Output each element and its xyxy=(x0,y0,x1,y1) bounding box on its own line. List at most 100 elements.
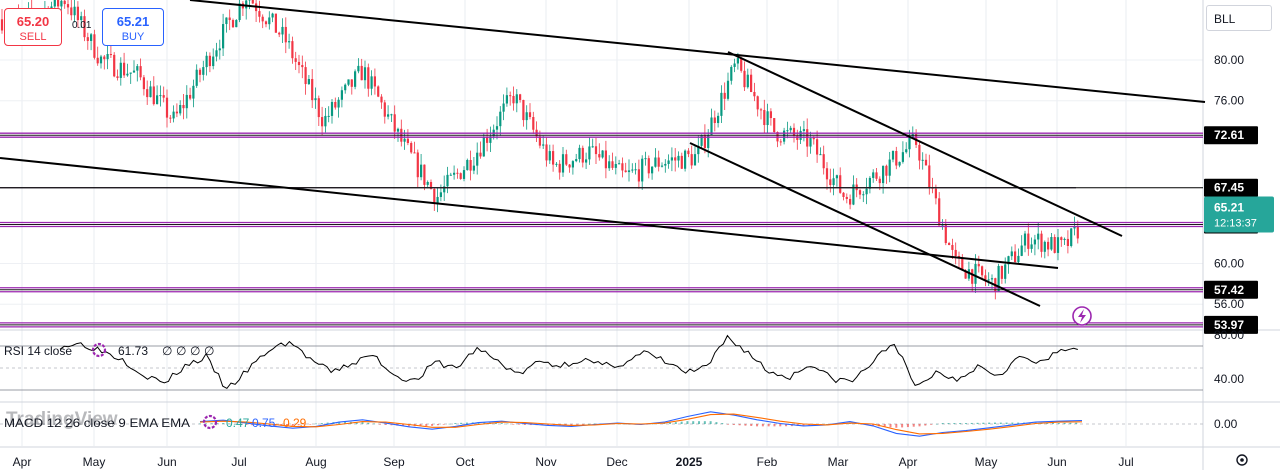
candle-body xyxy=(1014,251,1017,263)
candle-body xyxy=(416,152,419,178)
candle-body xyxy=(944,224,947,244)
candle-body xyxy=(987,279,990,281)
candle-body xyxy=(63,0,66,5)
candle-body xyxy=(974,264,977,284)
sell-button[interactable]: 65.20 SELL xyxy=(4,8,62,46)
macd-histogram-bar xyxy=(436,424,439,426)
candle-body xyxy=(858,190,862,195)
candle-body xyxy=(548,151,551,161)
candle-body xyxy=(571,161,574,168)
candle-body xyxy=(76,6,79,21)
candle-body xyxy=(159,95,162,97)
candle-body xyxy=(849,198,852,205)
macd-histogram-bar xyxy=(715,422,718,424)
macd-histogram-bar xyxy=(1057,423,1060,424)
macd-histogram-bar xyxy=(721,423,724,424)
candle-body xyxy=(284,26,287,43)
candle-body xyxy=(750,74,753,92)
chart-canvas[interactable]: 80.0076.0060.0056.0072.6167.4563.8357.42… xyxy=(0,0,1280,470)
macd-histogram-bar xyxy=(935,423,938,425)
price-axis[interactable]: 80.0076.0060.0056.0072.6167.4563.8357.42… xyxy=(1204,53,1274,431)
candle-body xyxy=(459,173,462,179)
candle-body xyxy=(198,69,202,75)
price-tick-label: 80.00 xyxy=(1214,53,1244,67)
grid xyxy=(0,0,1280,470)
candle-body xyxy=(657,157,660,167)
candle-body xyxy=(561,154,565,173)
candle-body xyxy=(288,41,291,43)
candle-body xyxy=(1023,233,1027,246)
macd-histogram-bar xyxy=(500,423,503,424)
time-tick-label: 2025 xyxy=(676,455,703,469)
candle-body xyxy=(717,115,720,124)
candle-body xyxy=(677,155,680,161)
macd-histogram-bar xyxy=(512,424,515,425)
candle-body xyxy=(885,165,888,176)
time-axis[interactable]: Apr May Jun Jul Aug Sep Oct Nov Dec 2025 Feb Mar Apr… xyxy=(13,455,1134,469)
candle-body xyxy=(809,138,812,147)
candle-body xyxy=(57,0,60,7)
candle-body xyxy=(278,32,281,35)
bar-countdown: 12:13:37 xyxy=(1214,217,1257,229)
candle-body xyxy=(588,146,591,160)
candle-body xyxy=(924,159,928,166)
buy-label: BUY xyxy=(121,31,145,43)
candle-body xyxy=(192,85,195,99)
macd-histogram-bar xyxy=(680,421,683,424)
trendline xyxy=(0,157,1059,269)
candle-body xyxy=(162,95,165,98)
symbol-selector[interactable]: BLL xyxy=(1206,5,1272,31)
candle-body xyxy=(304,67,307,85)
buy-button[interactable]: 65.21 BUY xyxy=(102,8,164,46)
candle-body xyxy=(832,178,835,186)
candle-body xyxy=(598,154,601,158)
candle-body xyxy=(733,63,736,67)
candle-body xyxy=(1037,233,1040,240)
candle-body xyxy=(552,151,555,165)
macd-signal-value: 0.29 xyxy=(283,416,307,430)
candle-body xyxy=(350,79,353,87)
candle-body xyxy=(344,84,347,91)
candle-body xyxy=(522,99,525,121)
candle-body xyxy=(116,76,119,78)
candle-body xyxy=(373,76,376,87)
macd-histogram-bar xyxy=(744,424,747,426)
candle-body xyxy=(476,152,479,166)
trendline xyxy=(727,51,1123,237)
candle-body xyxy=(383,102,386,117)
candle-body xyxy=(354,71,357,87)
macd-histogram-bar xyxy=(738,424,741,426)
candle-body xyxy=(456,172,459,174)
candle-body xyxy=(264,21,268,25)
candle-body xyxy=(0,19,4,31)
macd-histogram-bar xyxy=(698,421,701,424)
macd-histogram-bar xyxy=(703,421,706,424)
candle-body xyxy=(271,13,274,18)
candle-body xyxy=(165,97,169,118)
watermark-logo: TradingView xyxy=(6,409,118,430)
candle-body xyxy=(990,278,994,280)
candle-body xyxy=(608,161,611,169)
time-tick-label: Apr xyxy=(899,455,918,469)
candle-body xyxy=(753,91,756,97)
candle-body xyxy=(99,56,103,64)
candle-body xyxy=(396,128,400,132)
rsi-tick-label: 80.00 xyxy=(1214,328,1244,342)
candle-body xyxy=(73,6,76,16)
candle-body xyxy=(796,135,799,140)
candle-body xyxy=(274,13,277,33)
macd-histogram-bar xyxy=(988,422,991,424)
candle-body xyxy=(825,168,829,180)
candle-body xyxy=(621,163,624,171)
sell-price: 65.20 xyxy=(16,14,50,29)
candle-body xyxy=(479,152,482,157)
candle-body xyxy=(759,109,763,111)
candle-body xyxy=(1004,264,1007,279)
candle-body xyxy=(730,66,733,81)
candle-body xyxy=(895,150,898,166)
candle-body xyxy=(307,78,310,85)
candle-body xyxy=(185,94,188,109)
macd-histogram-bar xyxy=(576,424,579,425)
candle-body xyxy=(726,80,730,99)
macd-histogram-bar xyxy=(518,424,521,425)
